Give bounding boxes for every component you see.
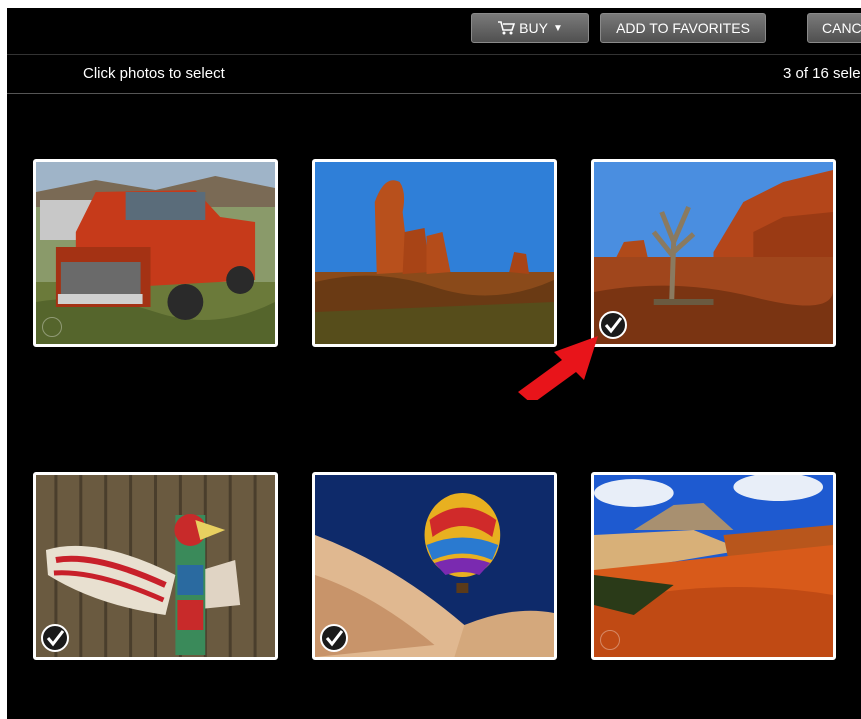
photo-tile-truck[interactable] xyxy=(33,159,278,347)
selection-bar: Click photos to select 3 of 16 selected xyxy=(7,55,861,94)
photo-tile-totem[interactable] xyxy=(33,472,278,660)
photo-selection-window: BUY ▼ ADD TO FAVORITES CANCEL Click phot… xyxy=(7,8,861,719)
photo-tile-dead-tree[interactable] xyxy=(591,159,836,347)
selection-hint: Click photos to select xyxy=(83,65,225,82)
photo-tile-balanced-rock[interactable] xyxy=(312,159,557,347)
selection-circle[interactable] xyxy=(42,317,62,337)
favorites-label: ADD TO FAVORITES xyxy=(616,20,750,36)
pointer-arrow-icon xyxy=(518,336,598,400)
photo-tile-red-rock-canyon[interactable] xyxy=(591,472,836,660)
cancel-label: CANCEL xyxy=(822,20,861,36)
selection-count: 3 of 16 selected xyxy=(783,65,861,82)
chevron-down-icon: ▼ xyxy=(552,22,563,34)
photo-tile-balloon[interactable] xyxy=(312,472,557,660)
cancel-button[interactable]: CANCEL xyxy=(807,13,861,43)
dead-tree-photo xyxy=(594,162,833,344)
buy-button[interactable]: BUY ▼ xyxy=(471,13,589,43)
totem-photo xyxy=(36,475,275,657)
toolbar: BUY ▼ ADD TO FAVORITES CANCEL xyxy=(7,8,861,55)
balanced-rock-photo xyxy=(315,162,554,344)
selection-circle[interactable] xyxy=(600,630,620,650)
cart-icon xyxy=(498,21,516,35)
checkmark-icon[interactable] xyxy=(40,623,70,653)
checkmark-icon[interactable] xyxy=(319,623,349,653)
add-to-favorites-button[interactable]: ADD TO FAVORITES xyxy=(600,13,766,43)
balloon-photo xyxy=(315,475,554,657)
checkmark-icon[interactable] xyxy=(598,310,628,340)
buy-label: BUY xyxy=(519,20,548,36)
truck-photo xyxy=(36,162,275,344)
red-rock-canyon-photo xyxy=(594,475,833,657)
